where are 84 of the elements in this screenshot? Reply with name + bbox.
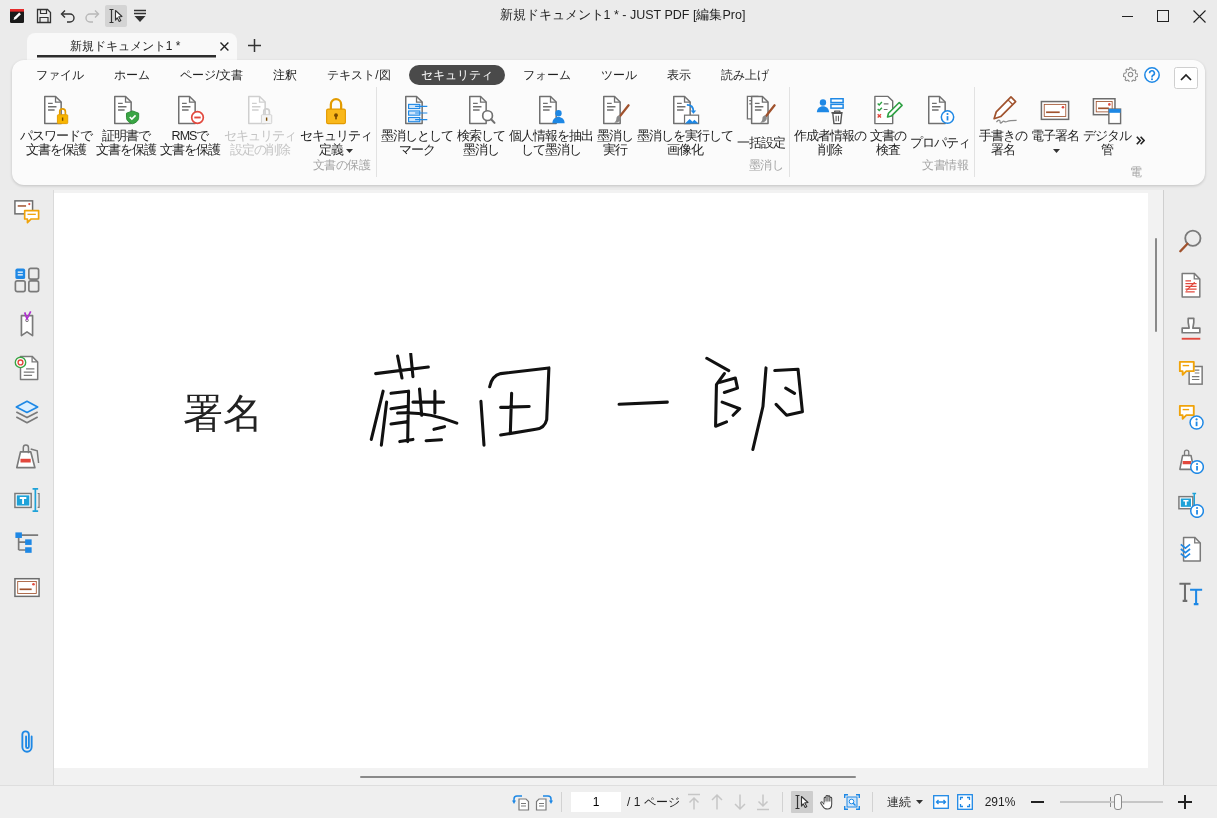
vertical-scrollbar-thumb[interactable] — [1154, 238, 1157, 332]
slider-thumb[interactable] — [1114, 794, 1123, 810]
digital-id-button[interactable]: デジタル 管 — [1081, 95, 1133, 158]
page-count: / 1 ページ — [627, 794, 680, 810]
comment-document-icon[interactable] — [1177, 360, 1204, 386]
search-icon[interactable] — [1177, 228, 1204, 254]
layers-icon[interactable] — [13, 399, 40, 425]
maximize-icon[interactable] — [1157, 10, 1169, 22]
group-label: 墨消し — [748, 158, 784, 173]
digital-signature-button[interactable]: 電子署名 — [1029, 95, 1081, 158]
tag-info-icon[interactable] — [1177, 448, 1204, 474]
close-icon[interactable] — [220, 42, 229, 51]
document-person-icon — [536, 95, 566, 125]
settings-icon[interactable] — [1123, 67, 1138, 82]
extract-redact-button[interactable]: 個人情報を抽出 して墨消し — [507, 95, 595, 158]
apply-redaction-button[interactable]: 墨消し 実行 — [595, 95, 635, 158]
help-icon[interactable] — [1144, 66, 1160, 83]
document-chevrons-icon[interactable] — [1177, 536, 1204, 562]
document-lock-icon — [245, 95, 275, 125]
group-label: 文書の保護 — [312, 158, 372, 173]
ribbon-tab[interactable]: ファイル — [24, 64, 96, 85]
ribbon-tab[interactable]: フォーム — [510, 64, 583, 85]
group-label: 文書情報 — [922, 158, 969, 173]
text-field-icon[interactable] — [13, 487, 40, 513]
plus-icon[interactable] — [248, 39, 261, 52]
zoom-in-icon[interactable] — [1178, 795, 1193, 809]
signature-label: 署名 — [183, 393, 263, 433]
comment-info-icon[interactable] — [1177, 404, 1204, 430]
caret-icon — [915, 800, 923, 804]
ribbon-tab[interactable]: テキスト/図 — [315, 64, 403, 85]
ribbon-tab[interactable]: 表示 — [654, 64, 703, 85]
fit-page-icon[interactable] — [956, 794, 973, 810]
redact-rasterize-button[interactable]: 墨消しを実行して 画像化 — [635, 95, 735, 158]
horizontal-scrollbar-thumb[interactable] — [360, 775, 856, 778]
minimize-icon[interactable] — [1121, 15, 1133, 17]
remove-author-button[interactable]: 作成者情報の 削除 — [792, 95, 868, 158]
document-no-entry-icon — [175, 95, 205, 125]
text-field-info-icon[interactable] — [1177, 492, 1204, 518]
certificate-protect-button[interactable]: 証明書で 文書を保護 — [94, 95, 158, 158]
ribbon-tab[interactable]: 注釈 — [261, 64, 310, 85]
layout-dropdown[interactable]: 連続 — [884, 794, 925, 810]
app-logo-icon — [10, 9, 24, 23]
rotate-right-icon[interactable] — [535, 793, 553, 811]
document-arrow-image-icon — [670, 95, 700, 125]
person-trash-icon — [815, 95, 845, 125]
text-select-cursor-icon[interactable] — [790, 791, 813, 813]
document-info-icon — [925, 95, 955, 125]
certificate-document-icon — [1092, 95, 1122, 125]
document-target-icon[interactable] — [13, 355, 40, 381]
double-chevron-icon[interactable] — [1136, 136, 1145, 145]
document-brush-icon — [600, 95, 630, 125]
certificate-comment-icon[interactable] — [13, 199, 40, 225]
document-lock-icon — [41, 95, 71, 125]
window-title: 新規ドキュメント1 * - JUST PDF [編集Pro] — [498, 8, 746, 24]
fit-width-icon[interactable] — [932, 794, 949, 810]
properties-button[interactable]: プロパティ — [908, 95, 972, 158]
rotate-left-icon[interactable] — [512, 793, 530, 811]
handwritten-signature-button[interactable]: 手書きの 署名 — [977, 95, 1029, 158]
page-number-field[interactable]: 1 — [571, 792, 621, 812]
document-magnifier-icon — [466, 95, 496, 125]
tag-icon[interactable] — [13, 443, 40, 469]
zoom-level: 291% — [984, 794, 1016, 810]
search-redact-button[interactable]: 検索して 墨消し — [455, 95, 507, 158]
password-protect-button[interactable]: パスワードで 文書を保護 — [18, 95, 94, 158]
close-icon[interactable] — [1192, 9, 1206, 23]
document-shield-icon — [111, 95, 141, 125]
ribbon-tab[interactable]: セキュリティ — [408, 64, 505, 85]
document-tab[interactable]: 新規ドキュメント1 * — [27, 33, 237, 60]
inspect-document-button[interactable]: 文書の 検査 — [868, 95, 908, 158]
checklist-pencil-icon — [873, 95, 903, 125]
ribbon-tab[interactable]: 読み上げ — [708, 64, 781, 85]
ribbon-tab[interactable]: ページ/文書 — [168, 64, 256, 85]
text-size-icon[interactable] — [1177, 580, 1204, 606]
ribbon-tab[interactable]: ツール — [588, 64, 649, 85]
text-select-cursor-icon[interactable] — [105, 5, 127, 27]
ribbon-tab[interactable]: ホーム — [102, 64, 162, 85]
documents-brush-icon — [746, 95, 776, 125]
collapse-ribbon-icon[interactable] — [1174, 66, 1198, 89]
rms-protect-button[interactable]: RMSで 文書を保護 — [158, 95, 222, 158]
group-label: 電 — [1129, 165, 1143, 180]
security-policy-button[interactable]: セキュリティ 定義 — [298, 95, 374, 158]
thumbnails-icon[interactable] — [13, 267, 40, 293]
mark-redaction-button[interactable]: 墨消しとして マーク — [379, 95, 455, 158]
bulk-settings-button[interactable]: 一括設定 — [735, 95, 787, 158]
